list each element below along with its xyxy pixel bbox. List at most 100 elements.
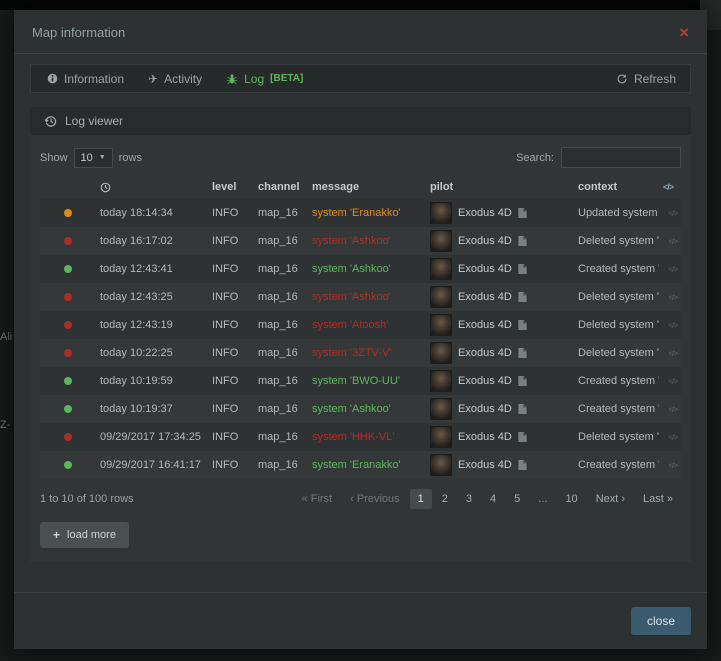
refresh-button[interactable]: Refresh (606, 65, 686, 92)
log-channel: map_16 (254, 227, 308, 255)
log-level: INFO (208, 451, 254, 479)
character-sheet-icon[interactable] (518, 376, 527, 386)
load-more-button[interactable]: + load more (40, 522, 129, 548)
row-expand-icon[interactable]: </> (668, 349, 677, 358)
row-expand-icon[interactable]: </> (668, 377, 677, 386)
character-sheet-icon[interactable] (518, 208, 527, 218)
status-dot-icon (64, 405, 72, 413)
log-channel: map_16 (254, 423, 308, 451)
log-table-header-row: level channel message pilot context </> (40, 177, 681, 199)
log-message: system 'HHK-VL' (308, 423, 426, 451)
tab-log-label: Log (244, 72, 264, 86)
tab-information[interactable]: Information (35, 65, 136, 92)
log-time: today 10:19:37 (96, 395, 208, 423)
pilot-avatar (430, 398, 452, 420)
row-expand-icon[interactable]: </> (668, 293, 677, 302)
character-sheet-icon[interactable] (518, 348, 527, 358)
log-time: today 12:43:19 (96, 311, 208, 339)
log-row: 09/29/2017 17:34:25 INFO map_16 system '… (40, 423, 681, 451)
close-icon[interactable]: × (679, 26, 689, 40)
rows-label: rows (119, 152, 142, 164)
log-message: system '3ZTV-V' (308, 339, 426, 367)
log-channel: map_16 (254, 283, 308, 311)
character-sheet-icon[interactable] (518, 404, 527, 414)
search-input[interactable] (561, 147, 681, 168)
log-channel: map_16 (254, 451, 308, 479)
log-time: today 12:43:41 (96, 255, 208, 283)
row-expand-icon[interactable]: </> (668, 433, 677, 442)
pagination-page[interactable]: 4 (482, 489, 504, 509)
tab-activity-label: Activity (164, 72, 202, 86)
log-context: Created system 'Ashkoo' ... (574, 255, 659, 283)
pilot-avatar (430, 202, 452, 224)
background-map-label: Ali (0, 331, 12, 343)
log-time: today 10:19:59 (96, 367, 208, 395)
code-icon: </> (663, 182, 673, 192)
character-sheet-icon[interactable] (518, 320, 527, 330)
row-expand-icon[interactable]: </> (668, 237, 677, 246)
log-time: 09/29/2017 16:41:17 (96, 451, 208, 479)
background-top-bar (0, 0, 721, 10)
page-size-control: Show 10 ▼ rows (40, 148, 142, 168)
tab-information-label: Information (64, 72, 124, 86)
character-sheet-icon[interactable] (518, 264, 527, 274)
log-row: today 10:19:37 INFO map_16 system 'Ashko… (40, 395, 681, 423)
log-message: system 'Eranakko' (308, 451, 426, 479)
log-time: today 18:14:34 (96, 199, 208, 227)
tab-log[interactable]: Log [BETA] (214, 65, 315, 92)
page-background: Ali Z- Map information × Information ✈ A… (0, 0, 721, 661)
log-context: Deleted system 'Ashkoo' ... (574, 283, 659, 311)
pagination-summary: 1 to 10 of 100 rows (40, 493, 134, 505)
pagination-page[interactable]: 10 (557, 489, 585, 509)
log-row: today 10:19:59 INFO map_16 system 'BWO-U… (40, 367, 681, 395)
beta-badge: [BETA] (270, 73, 303, 84)
row-expand-icon[interactable]: </> (668, 265, 677, 274)
pagination-last[interactable]: Last » (635, 489, 681, 509)
character-sheet-icon[interactable] (518, 292, 527, 302)
status-dot-icon (64, 433, 72, 441)
close-button[interactable]: close (631, 607, 691, 635)
pagination-page[interactable]: 5 (506, 489, 528, 509)
pagination-previous[interactable]: ‹ Previous (342, 489, 408, 509)
pagination-page[interactable]: 2 (434, 489, 456, 509)
pilot-name: Exodus 4D (458, 263, 512, 275)
log-time: today 16:17:02 (96, 227, 208, 255)
pagination-next[interactable]: Next › (588, 489, 633, 509)
row-expand-icon[interactable]: </> (668, 405, 677, 414)
modal-footer: close (14, 592, 707, 649)
modal-header: Map information × (14, 10, 707, 54)
log-message: system 'Ashkoo' (308, 255, 426, 283)
log-channel: map_16 (254, 199, 308, 227)
log-row: today 12:43:19 INFO map_16 system 'Atoos… (40, 311, 681, 339)
character-sheet-icon[interactable] (518, 236, 527, 246)
row-expand-icon[interactable]: </> (668, 321, 677, 330)
time-column-header (96, 177, 208, 199)
pilot-avatar (430, 342, 452, 364)
map-information-modal: Map information × Information ✈ Activity (14, 10, 707, 649)
log-message: system 'Ashkoo' (308, 227, 426, 255)
row-expand-icon[interactable]: </> (668, 209, 677, 218)
search-label: Search: (516, 152, 554, 164)
log-context: Deleted system '3ZTV-V' #... (574, 339, 659, 367)
character-sheet-icon[interactable] (518, 460, 527, 470)
log-level: INFO (208, 339, 254, 367)
row-expand-icon[interactable]: </> (668, 461, 677, 470)
pagination-page[interactable]: 3 (458, 489, 480, 509)
log-context: Deleted system 'Atoosh' #... (574, 311, 659, 339)
pilot-avatar (430, 258, 452, 280)
pilot-name: Exodus 4D (458, 319, 512, 331)
channel-column-header: channel (254, 177, 308, 199)
status-dot-icon (64, 237, 72, 245)
pagination-page[interactable]: 1 (410, 489, 432, 509)
log-row: 09/29/2017 16:41:17 INFO map_16 system '… (40, 451, 681, 479)
pagination-first[interactable]: « First (294, 489, 341, 509)
refresh-icon (616, 73, 628, 85)
page-size-select[interactable]: 10 ▼ (74, 148, 113, 168)
character-sheet-icon[interactable] (518, 432, 527, 442)
pagination-page[interactable]: ... (530, 489, 555, 509)
status-column-header (40, 177, 96, 199)
pilot-name: Exodus 4D (458, 291, 512, 303)
search-control: Search: (516, 147, 681, 168)
tab-activity[interactable]: ✈ Activity (136, 65, 214, 92)
status-dot-icon (64, 321, 72, 329)
